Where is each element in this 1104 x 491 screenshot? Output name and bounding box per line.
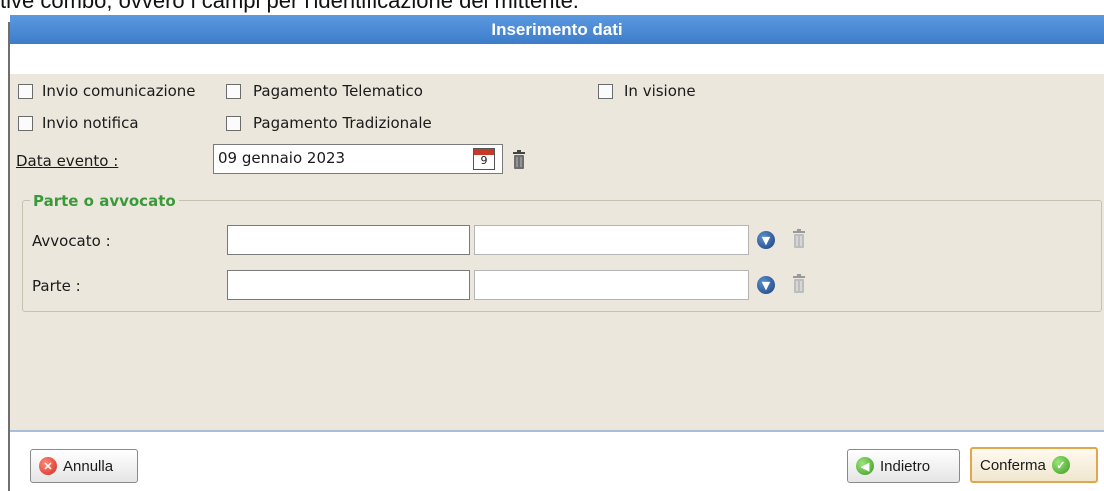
in-visione-checkbox[interactable] (598, 84, 613, 99)
conferma-button-label: Conferma (980, 456, 1046, 474)
parte-clear-trash-icon[interactable] (792, 274, 806, 294)
invio-comunicazione-checkbox[interactable] (18, 84, 33, 99)
parte-name-input[interactable] (474, 270, 749, 300)
data-evento-input[interactable]: 09 gennaio 2023 (213, 144, 503, 174)
confirm-check-icon: ✓ (1051, 456, 1070, 474)
avvocato-code-input[interactable] (227, 225, 470, 255)
invio-notifica-label: Invio notifica (42, 114, 139, 132)
parte-dropdown-icon[interactable]: ▼ (757, 276, 775, 294)
avvocato-clear-trash-icon[interactable] (792, 229, 806, 249)
indietro-button[interactable]: ◀ Indietro (847, 449, 960, 483)
pagamento-tradizionale-checkbox[interactable] (226, 116, 241, 131)
data-evento-label: Data evento : (16, 152, 119, 170)
footer-separator (10, 430, 1104, 432)
avvocato-label: Avvocato : (32, 232, 111, 250)
in-visione-label: In visione (624, 82, 696, 100)
annulla-button[interactable]: ✕ Annulla (30, 449, 138, 483)
back-arrow-icon: ◀ (856, 457, 874, 475)
cancel-icon: ✕ (39, 457, 57, 475)
avvocato-name-input[interactable] (474, 225, 749, 255)
invio-notifica-checkbox[interactable] (18, 116, 33, 131)
indietro-button-label: Indietro (880, 457, 931, 475)
avvocato-dropdown-icon[interactable]: ▼ (757, 231, 775, 249)
parte-avvocato-legend: Parte o avvocato (30, 192, 179, 210)
calendar-icon[interactable]: 9 (473, 148, 495, 170)
window-title-bar: Inserimento dati (10, 15, 1104, 44)
pagamento-telematico-label: Pagamento Telematico (253, 82, 423, 100)
pagamento-tradizionale-label: Pagamento Tradizionale (253, 114, 432, 132)
clear-date-trash-icon[interactable] (512, 150, 526, 170)
conferma-button[interactable]: Conferma ✓ (970, 447, 1098, 483)
background-document-text: tive combo, ovvero i campi per l'identif… (0, 0, 579, 13)
annulla-button-label: Annulla (63, 457, 114, 475)
parte-label: Parte : (32, 277, 81, 295)
parte-code-input[interactable] (227, 270, 470, 300)
invio-comunicazione-label: Invio comunicazione (42, 82, 196, 100)
window-title: Inserimento dati (491, 19, 623, 39)
pagamento-telematico-checkbox[interactable] (226, 84, 241, 99)
